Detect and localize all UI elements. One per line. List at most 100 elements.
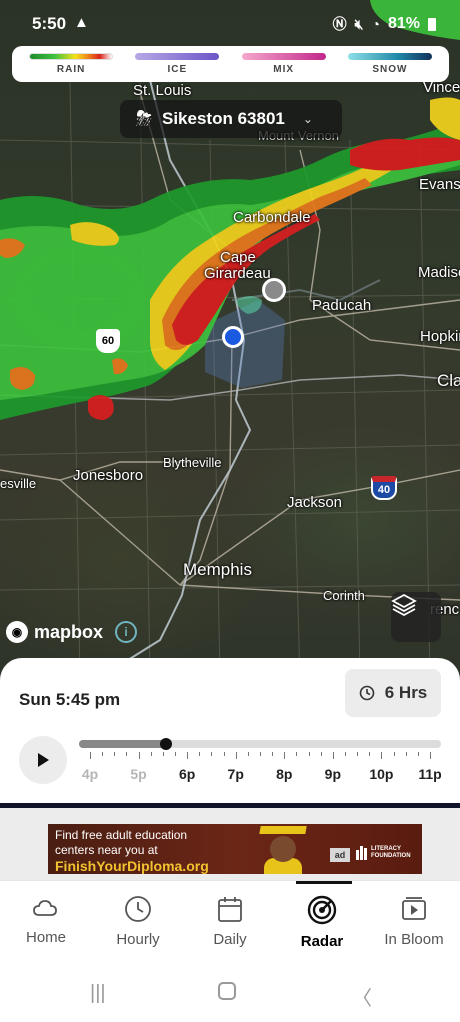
timeline-tick bbox=[308, 752, 310, 756]
foundation-bars-icon bbox=[356, 846, 367, 860]
timeline-tick bbox=[381, 752, 383, 759]
city-label-jackson: Jackson bbox=[287, 494, 343, 511]
timeline-tick bbox=[187, 752, 189, 759]
battery-icon bbox=[428, 17, 436, 31]
timeline-tick bbox=[175, 752, 176, 756]
graduation-cap-icon bbox=[259, 826, 307, 834]
mapbox-attribution[interactable]: ◉ mapbox i bbox=[6, 621, 138, 643]
chevron-down-icon: ⌄ bbox=[302, 112, 313, 126]
city-label-corinth: Corinth bbox=[323, 588, 365, 603]
timeline-tick bbox=[417, 752, 419, 756]
city-label-carbondale: Carbondale bbox=[233, 209, 311, 226]
hour-label: 4p bbox=[81, 766, 99, 782]
timeline-tick bbox=[357, 752, 359, 756]
city-label-hopkinsville: Hopkin bbox=[420, 328, 460, 345]
foundation-line-2: FOUNDATION bbox=[371, 853, 411, 859]
timeline-tick bbox=[223, 752, 225, 756]
foundation-line-1: LITERACY bbox=[371, 846, 401, 852]
timeline-tick bbox=[247, 752, 249, 756]
nav-item-in-bloom[interactable]: In Bloom bbox=[368, 881, 460, 960]
play-button[interactable] bbox=[19, 736, 67, 784]
nav-label-daily: Daily bbox=[213, 931, 247, 948]
ad-banner[interactable]: Find free adult education centers near y… bbox=[48, 824, 422, 874]
bottom-navigation: Home Hourly Daily Radar In Bloom bbox=[0, 880, 460, 960]
play-icon bbox=[38, 753, 49, 767]
timeline-tick bbox=[430, 752, 431, 759]
home-button[interactable] bbox=[218, 982, 236, 1006]
layers-button[interactable] bbox=[391, 592, 441, 642]
back-button[interactable]: 〈 bbox=[352, 982, 372, 1011]
ad-line-2: centers near you at bbox=[55, 843, 158, 857]
clock-icon bbox=[125, 896, 151, 922]
nav-label-home: Home bbox=[25, 929, 66, 946]
hour-label: 9p bbox=[324, 766, 342, 782]
city-label-blytheville: Blytheville bbox=[163, 455, 222, 470]
timeline-tick bbox=[126, 752, 128, 756]
location-selector[interactable]: ⛈︎ Sikeston 63801 ⌄ bbox=[120, 100, 342, 138]
weather-thunderstorm-icon: ⛈︎ bbox=[136, 107, 152, 130]
timeline-tick bbox=[345, 752, 346, 756]
chevron-left-icon: 〈 bbox=[352, 988, 372, 1010]
nav-item-home[interactable]: Home bbox=[0, 881, 92, 960]
timeline-tick bbox=[90, 752, 91, 759]
legend-label-mix: MIX bbox=[273, 64, 295, 75]
timeline-tick bbox=[369, 752, 371, 756]
us-60-shield: 60 bbox=[96, 329, 120, 353]
cloud-sun-icon bbox=[33, 900, 57, 916]
nav-item-hourly[interactable]: Hourly bbox=[92, 881, 184, 960]
legend-bar-snow bbox=[347, 53, 432, 60]
timeline-slider-thumb[interactable] bbox=[159, 738, 172, 750]
timeline-tick bbox=[138, 752, 140, 759]
ad-line-1: Find free adult education bbox=[55, 828, 188, 842]
wifi-icon: ◔ bbox=[371, 16, 380, 32]
recent-apps-button[interactable]: ||| bbox=[90, 982, 106, 1005]
radar-icon bbox=[307, 895, 337, 925]
hour-label: 7p bbox=[227, 766, 244, 782]
city-label-clarksville: Cla bbox=[437, 371, 460, 390]
legend-label-ice: ICE bbox=[167, 64, 188, 75]
legend-item-ice: ICE bbox=[131, 53, 223, 75]
battery-percent: 81% bbox=[387, 15, 420, 32]
timeline-hour-labels: 4p 5p 6p 7p 8p 9p 10p 11p bbox=[79, 766, 442, 786]
timeline-slider-track[interactable] bbox=[79, 740, 441, 748]
nav-item-daily[interactable]: Daily bbox=[184, 881, 276, 960]
legend-bar-rain bbox=[29, 53, 114, 60]
info-icon[interactable]: i bbox=[115, 621, 138, 643]
legend-bar-ice bbox=[135, 53, 220, 60]
video-icon bbox=[402, 897, 426, 920]
timeline-tick bbox=[272, 752, 274, 756]
current-location-marker[interactable] bbox=[222, 326, 244, 348]
timeline-tick bbox=[102, 752, 104, 756]
timeline-tick bbox=[211, 752, 213, 756]
timeline-tick bbox=[162, 752, 164, 756]
status-time: 5:50 bbox=[32, 14, 67, 33]
timeline-tick bbox=[332, 752, 334, 759]
city-label-girardeau: Girardeau bbox=[204, 265, 271, 282]
legend-item-snow: SNOW bbox=[344, 53, 436, 75]
time-range-label: 6 Hrs bbox=[384, 683, 428, 702]
timeline-datetime: Sun 5:45 pm bbox=[19, 690, 121, 709]
nav-label-radar: Radar bbox=[300, 933, 344, 950]
hour-label: 5p bbox=[130, 766, 147, 782]
hour-label: 8p bbox=[276, 766, 293, 782]
legend-item-mix: MIX bbox=[238, 53, 330, 75]
timeline-tick bbox=[393, 752, 395, 756]
timeline-tick bbox=[235, 752, 237, 759]
location-name: Sikeston 63801 bbox=[162, 109, 285, 128]
mapbox-logo-icon: ◉ bbox=[6, 621, 28, 643]
timeline-slider-progress bbox=[79, 740, 166, 748]
mapbox-brand: mapbox bbox=[34, 621, 104, 642]
hour-label: 10p bbox=[369, 766, 394, 782]
city-label-cape: Cape bbox=[220, 249, 256, 266]
ad-container: Find free adult education centers near y… bbox=[0, 808, 460, 880]
i-40-shield: 40 bbox=[371, 476, 397, 500]
time-range-button[interactable]: 6 Hrs bbox=[345, 669, 441, 717]
timeline-ticks bbox=[79, 752, 441, 760]
city-label-batesville: esville bbox=[0, 476, 37, 491]
ad-cta-link[interactable]: FinishYourDiploma.org bbox=[55, 858, 209, 874]
location-marker-grey[interactable] bbox=[262, 278, 286, 302]
layers-icon bbox=[391, 593, 417, 617]
timeline-tick bbox=[405, 752, 407, 756]
calendar-icon bbox=[218, 897, 242, 922]
nav-item-radar[interactable]: Radar bbox=[276, 881, 368, 960]
